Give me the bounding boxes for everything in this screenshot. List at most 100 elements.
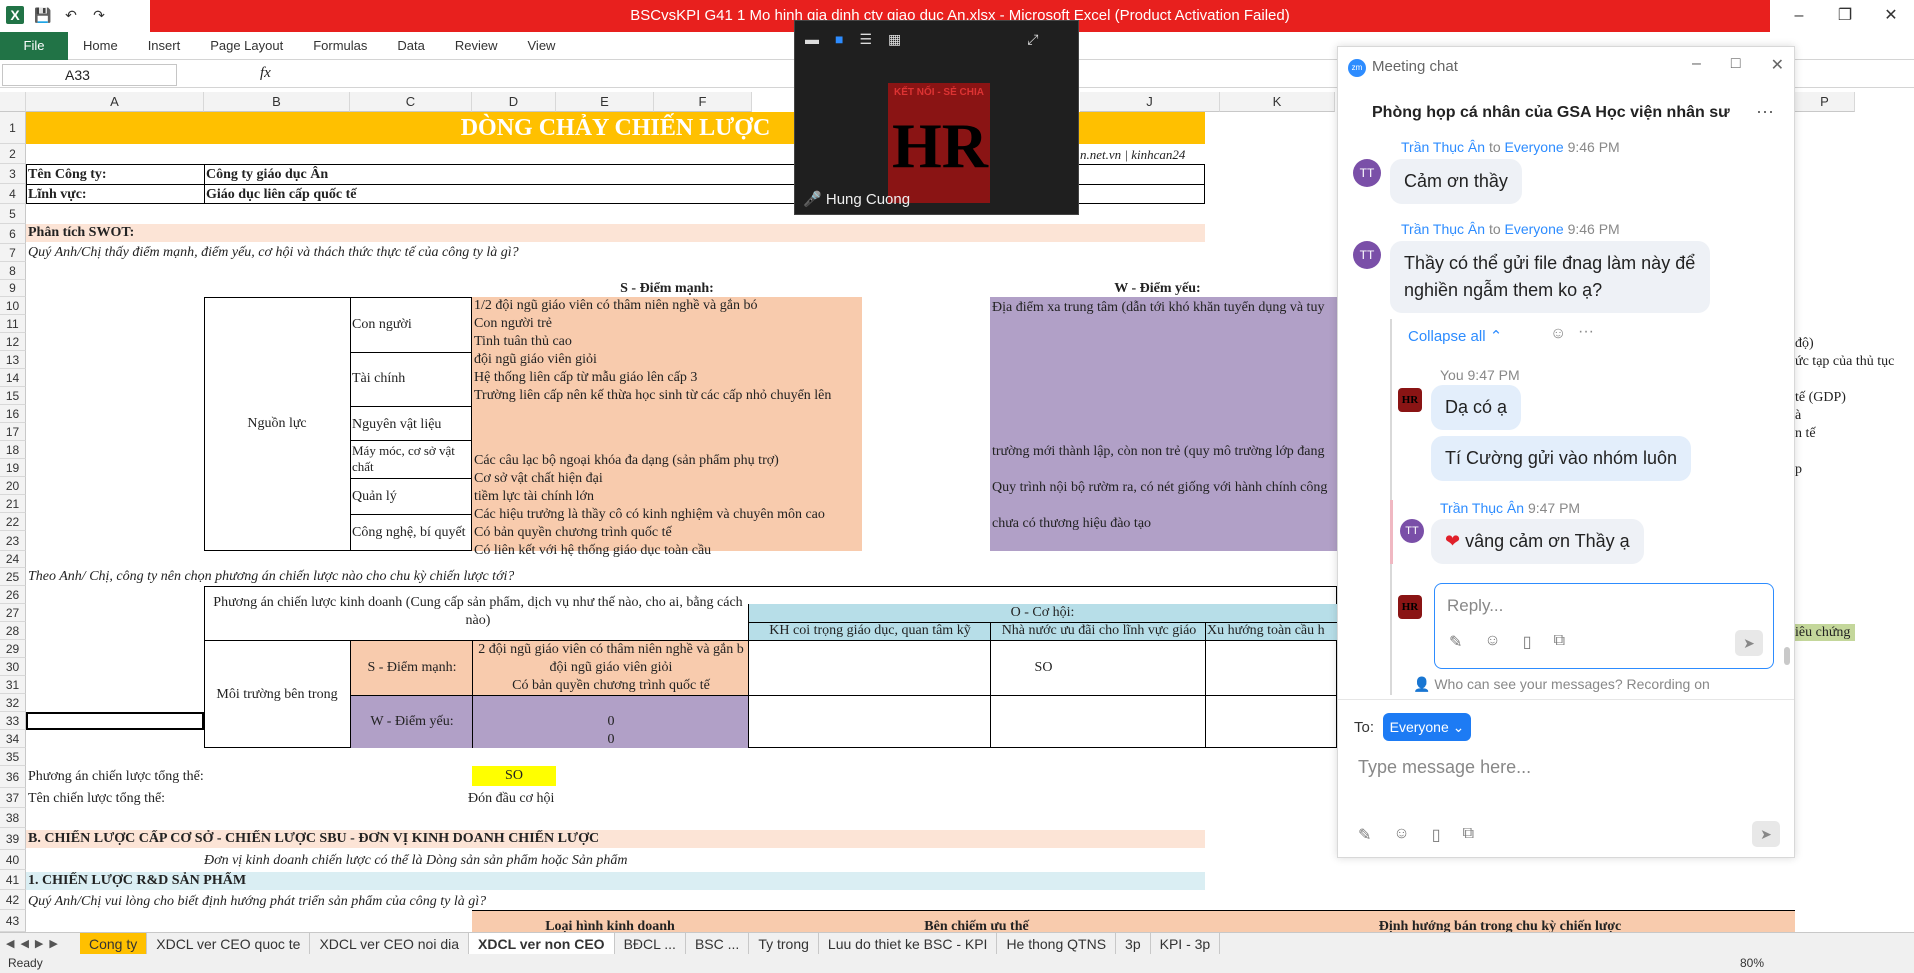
save-icon[interactable]: 💾 [34,6,52,24]
category-finance[interactable]: Tài chính [352,370,405,387]
gallery-view-icon[interactable]: ▦ [888,31,901,48]
send-button[interactable]: ➤ [1752,821,1780,847]
field-label[interactable]: Lĩnh vực: [28,186,87,203]
s-label[interactable]: S - Điểm mạnh: [352,659,472,676]
row-header[interactable]: 33 [0,712,26,730]
sheet-tab[interactable]: XDCL ver CEO quoc te [147,932,311,955]
maximize-chat-button[interactable]: □ [1731,55,1741,75]
sheet-tab[interactable]: Ty trong [749,932,819,955]
strength-item[interactable]: đội ngũ giáo viên giỏi [474,351,862,368]
strength-item[interactable]: 1/2 đội ngũ giáo viên có thâm niên nghề … [474,297,862,314]
message-bubble[interactable]: Dạ có ạ [1431,385,1522,430]
strength-item[interactable]: Tinh tuân thủ cao [474,333,862,350]
add-reaction-icon[interactable]: ☺ [1550,325,1566,343]
avatar[interactable]: TT [1353,241,1381,269]
screenshot-icon[interactable]: ⧉ [1554,632,1565,652]
row-header[interactable]: 20 [0,477,26,495]
category-people[interactable]: Con người [352,316,412,333]
strength-item[interactable]: Các hiệu trưởng là thầy cô có kinh nghiệ… [474,506,862,523]
avatar[interactable]: TT [1400,519,1424,543]
chat-scrollbar[interactable] [1784,647,1790,665]
right-fragment[interactable]: tế (GDP) [1795,389,1846,406]
row-header[interactable]: 39 [0,828,26,850]
so-cell[interactable]: SO [750,659,1337,676]
right-fragment[interactable]: n tế [1795,425,1816,442]
column-header[interactable]: D [472,92,556,112]
row-header[interactable]: 6 [0,224,26,244]
restore-button[interactable]: ❐ [1822,0,1868,32]
minimize-video-icon[interactable]: ▬ [805,31,819,47]
message-bubble[interactable]: ❤ vâng cảm ơn Thầy ạ [1431,519,1644,564]
message-input[interactable]: Type message here... [1358,757,1531,778]
opportunity-header[interactable]: O - Cơ hội: [748,604,1337,621]
row-header[interactable]: 18 [0,441,26,459]
row-header[interactable]: 3 [0,164,26,184]
screenshot-icon[interactable]: ⧉ [1463,825,1474,845]
right-fragment[interactable]: ức tạp của thủ tục [1795,353,1894,370]
row-header[interactable]: 19 [0,459,26,477]
sbu-note[interactable]: Đơn vị kinh doanh chiến lược có thể là D… [204,852,627,869]
website-cell[interactable]: n.net.vn | kinhcan24 [1080,146,1205,163]
message-bubble[interactable]: Thầy có thể gửi file đnag làm này để ngh… [1390,241,1710,313]
file-icon[interactable]: ▯ [1432,825,1441,845]
overall-name-label[interactable]: Tên chiến lược tổng thể: [28,790,165,807]
strength-item[interactable]: Con người trẻ [474,315,862,332]
s-item[interactable]: đội ngũ giáo viên giỏi [474,659,748,676]
format-icon[interactable]: ✎ [1358,825,1371,845]
row-header[interactable]: 9 [0,280,26,297]
sheet-tab[interactable]: He thong QTNS [997,932,1117,955]
row-header[interactable]: 37 [0,788,26,808]
section-b-title[interactable]: B. CHIẾN LƯỢC CẤP CƠ SỞ - CHIẾN LƯỢC SBU… [26,830,1205,848]
row-header[interactable]: 7 [0,244,26,262]
avatar[interactable]: TT [1353,159,1381,187]
row-header[interactable]: 17 [0,423,26,441]
field-value[interactable]: Giáo dục liên cấp quốc tế [206,186,357,203]
weakness-header[interactable]: W - Điểm yếu: [990,280,1325,297]
send-reply-button[interactable]: ➤ [1735,630,1763,656]
column-header[interactable]: E [556,92,654,112]
close-chat-button[interactable]: ✕ [1771,55,1784,75]
category-facilities[interactable]: Máy móc, cơ sở vật chất [352,443,470,475]
overall-name-value[interactable]: Đón đầu cơ hội [468,790,554,807]
strategy-question[interactable]: Theo Anh/ Chị, công ty nên chọn phương á… [28,568,514,585]
row-header[interactable]: 10 [0,297,26,315]
sheet-tab[interactable]: XDCL ver CEO noi dia [310,932,470,955]
swot-title[interactable]: Phân tích SWOT: [26,224,1205,242]
row-header[interactable]: 13 [0,351,26,369]
selected-cell[interactable] [26,712,204,730]
sheet-tab[interactable]: BSC ... [686,932,750,955]
tab-view[interactable]: View [513,38,571,53]
resource-label[interactable]: Nguồn lực [204,415,350,432]
w-value[interactable]: 0 [474,713,748,730]
expand-icon[interactable]: ⤢ [1027,31,1038,48]
row-header[interactable]: 32 [0,694,26,712]
row-header[interactable]: 8 [0,262,26,280]
column-header[interactable]: A [26,92,204,112]
tab-page-layout[interactable]: Page Layout [195,38,298,53]
row-header[interactable]: 43 [0,910,26,932]
strength-item[interactable]: Có liên kết với hệ thống giáo dục toàn c… [474,542,862,559]
category-technology[interactable]: Công nghệ, bí quyết [352,524,466,541]
tab-formulas[interactable]: Formulas [298,38,382,53]
row-header[interactable]: 27 [0,604,26,622]
message-bubble[interactable]: Cảm ơn thầy [1390,159,1522,204]
file-tab[interactable]: File [0,31,68,60]
w-label[interactable]: W - Điểm yếu: [352,713,472,730]
redo-icon[interactable]: ↷ [90,6,108,24]
overall-label[interactable]: Phương án chiến lược tổng thể: [28,768,204,785]
strength-item[interactable]: tiềm lực tài chính lớn [474,488,862,505]
my-avatar[interactable]: HR [1398,388,1422,412]
w-value[interactable]: 0 [474,731,748,748]
select-all-corner[interactable] [0,92,26,112]
row-header[interactable]: 12 [0,333,26,351]
excel-icon[interactable]: X [6,6,24,24]
emoji-icon[interactable]: ☺ [1484,632,1500,652]
sheet-tab[interactable]: KPI - 3p [1151,932,1221,955]
strength-item[interactable]: Cơ sở vật chất hiện đại [474,470,862,487]
sender-name[interactable]: Trần Thục Ân [1401,139,1485,155]
strength-item[interactable]: Trường liên cấp nên kế thừa học sinh từ … [474,387,862,404]
row-header[interactable]: 21 [0,495,26,513]
row-header[interactable]: 28 [0,622,26,640]
minimize-chat-button[interactable]: – [1692,55,1701,75]
tab-review[interactable]: Review [440,38,513,53]
